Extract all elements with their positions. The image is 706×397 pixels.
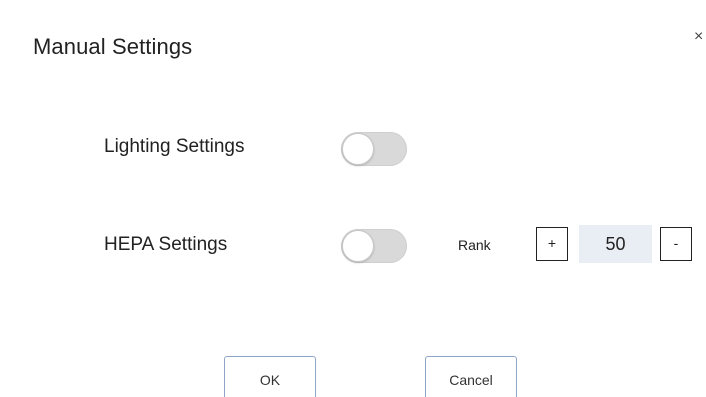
close-icon[interactable]: × (694, 28, 703, 46)
rank-decrease-button[interactable]: - (660, 227, 692, 261)
lighting-settings-label: Lighting Settings (104, 136, 245, 157)
toggle-knob (342, 230, 374, 262)
rank-increase-button[interactable]: + (536, 227, 568, 261)
manual-settings-dialog: Manual Settings × Lighting Settings HEPA… (0, 0, 706, 397)
rank-label: Rank (458, 237, 491, 253)
toggle-knob (342, 133, 374, 165)
ok-button[interactable]: OK (224, 356, 316, 397)
rank-value-field[interactable]: 50 (579, 225, 652, 263)
hepa-settings-toggle[interactable] (341, 229, 407, 263)
hepa-settings-label: HEPA Settings (104, 234, 228, 255)
cancel-button[interactable]: Cancel (425, 356, 517, 397)
dialog-title: Manual Settings (33, 34, 193, 59)
lighting-settings-toggle[interactable] (341, 132, 407, 166)
